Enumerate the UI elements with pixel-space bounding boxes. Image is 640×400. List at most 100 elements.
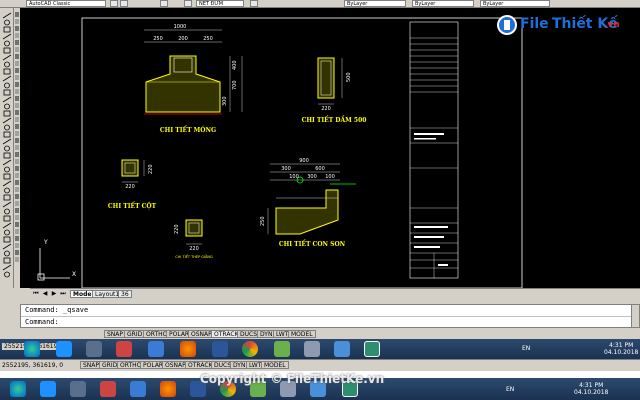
tool-dot-icon[interactable]: [2, 82, 12, 89]
command-scrollbar[interactable]: [631, 305, 639, 327]
tab-first-icon[interactable]: ⏮: [32, 290, 40, 298]
modify-tool-19-icon[interactable]: [15, 145, 19, 150]
tool-arc-icon[interactable]: [2, 33, 12, 40]
tool-mirror-icon[interactable]: [2, 257, 12, 264]
tool-copy-icon[interactable]: [2, 250, 12, 257]
command-prompt[interactable]: Command:: [25, 318, 59, 327]
tool-list-icon[interactable]: [2, 243, 12, 250]
tab-next-icon[interactable]: ▶: [50, 290, 58, 298]
explorer-icon[interactable]: [148, 341, 164, 357]
modify-tool-20-icon[interactable]: [15, 152, 19, 157]
app-icon-5[interactable]: [334, 341, 350, 357]
modify-tool-23-icon[interactable]: [15, 173, 19, 178]
tool-insert-icon[interactable]: [2, 110, 12, 117]
model-space-canvas[interactable]: 1000 250 200 250 700 300 400 CHI TIẾT MÓ…: [20, 8, 640, 288]
tool-text-icon[interactable]: [2, 75, 12, 82]
modify-tool-31-icon[interactable]: [15, 229, 19, 234]
modify-tool-28-icon[interactable]: [15, 208, 19, 213]
modify-tool-33-icon[interactable]: [15, 243, 19, 248]
app-icon-1[interactable]: [86, 341, 102, 357]
tool-ellipse-icon[interactable]: [2, 61, 12, 68]
command-line[interactable]: Command: _qsave Command:: [20, 304, 640, 328]
modify-tool-17-icon[interactable]: [15, 131, 19, 136]
tab-prev-icon[interactable]: ◀: [41, 290, 49, 298]
tool-area-icon[interactable]: [2, 222, 12, 229]
taskbar1-clock[interactable]: 4:31 PM 04.10.2018: [604, 342, 638, 356]
tool-id-icon[interactable]: [2, 236, 12, 243]
taskbar2-clock[interactable]: 4:31 PM 04.10.2018: [574, 382, 608, 396]
text-style-select[interactable]: NET ĐỨM: [196, 0, 244, 7]
tool-array-icon[interactable]: [2, 271, 12, 278]
modify-tool-16-icon[interactable]: [15, 124, 19, 129]
tool-region-icon[interactable]: [2, 89, 12, 96]
start-icon-2[interactable]: [10, 381, 26, 397]
tool-grid-icon[interactable]: [2, 194, 12, 201]
modify-tool-6-icon[interactable]: [15, 54, 19, 59]
table-icon[interactable]: [250, 0, 258, 7]
modify-tool-29-icon[interactable]: [15, 215, 19, 220]
modify-tool-9-icon[interactable]: [15, 75, 19, 80]
taskbar2-lang[interactable]: EN: [506, 386, 514, 393]
autocad-taskbar-icon[interactable]: [364, 341, 380, 357]
tool-donut-icon[interactable]: [2, 180, 12, 187]
tool-line-icon[interactable]: [2, 12, 12, 19]
modify-tool-34-icon[interactable]: [15, 250, 19, 255]
tool-cloud-icon[interactable]: [2, 47, 12, 54]
modify-tool-27-icon[interactable]: [15, 201, 19, 206]
status-snap[interactable]: SNAP: [104, 330, 127, 338]
modify-tool-3-icon[interactable]: [15, 33, 19, 38]
tool-ray-icon[interactable]: [2, 166, 12, 173]
chrome-icon[interactable]: [242, 341, 258, 357]
workspace-settings-icon[interactable]: [110, 0, 118, 7]
tool-wipeout-icon[interactable]: [2, 145, 12, 152]
modify-tool-24-icon[interactable]: [15, 180, 19, 185]
modify-tool-1-icon[interactable]: [15, 19, 19, 24]
tool-snap-icon[interactable]: [2, 201, 12, 208]
tool-boundary-icon[interactable]: [2, 138, 12, 145]
status2-model[interactable]: MODEL: [261, 361, 289, 369]
tool-star-icon[interactable]: [2, 187, 12, 194]
modify-tool-25-icon[interactable]: [15, 187, 19, 192]
modify-tool-10-icon[interactable]: [15, 82, 19, 87]
color-control[interactable]: ByLayer: [344, 0, 406, 7]
dimstyle-icon[interactable]: [184, 0, 192, 7]
tool-gradient-icon[interactable]: [2, 124, 12, 131]
explorer-icon-2[interactable]: [130, 381, 146, 397]
tool-measure-icon[interactable]: [2, 208, 12, 215]
modify-tool-35-icon[interactable]: [15, 257, 19, 262]
app-icon-2-1[interactable]: [70, 381, 86, 397]
ie-icon[interactable]: [56, 341, 72, 357]
workspace-select[interactable]: AutoCAD Classic: [26, 0, 106, 7]
tool-mtext-icon[interactable]: [2, 131, 12, 138]
app-icon-3[interactable]: [274, 341, 290, 357]
firefox-icon[interactable]: [180, 341, 196, 357]
modify-tool-22-icon[interactable]: [15, 166, 19, 171]
word-icon[interactable]: [212, 341, 228, 357]
tool-multiline-icon[interactable]: [2, 173, 12, 180]
style-icon[interactable]: [160, 0, 168, 7]
modify-tool-4-icon[interactable]: [15, 40, 19, 45]
app-icon-2-2[interactable]: [100, 381, 116, 397]
tool-offset-icon[interactable]: [2, 264, 12, 271]
toolbar-icon[interactable]: [120, 0, 128, 7]
modify-tool-15-icon[interactable]: [15, 117, 19, 122]
taskbar1-lang[interactable]: EN: [522, 345, 530, 352]
app-icon-2[interactable]: [116, 341, 132, 357]
modify-tool-8-icon[interactable]: [15, 68, 19, 73]
modify-tool-21-icon[interactable]: [15, 159, 19, 164]
firefox-icon-2[interactable]: [160, 381, 176, 397]
start-icon[interactable]: [24, 341, 40, 357]
modify-tool-14-icon[interactable]: [15, 110, 19, 115]
tool-table-icon[interactable]: [2, 96, 12, 103]
tab-last-icon[interactable]: ⏭: [59, 290, 67, 298]
app-icon-4[interactable]: [304, 341, 320, 357]
modify-tool-0-icon[interactable]: [15, 12, 19, 17]
modify-tool-7-icon[interactable]: [15, 61, 19, 66]
tool-block-icon[interactable]: [2, 103, 12, 110]
tool-rect-icon[interactable]: [2, 26, 12, 33]
tool-spline-icon[interactable]: [2, 54, 12, 61]
modify-tool-5-icon[interactable]: [15, 47, 19, 52]
modify-tool-30-icon[interactable]: [15, 222, 19, 227]
tool-divide-icon[interactable]: [2, 215, 12, 222]
modify-tool-13-icon[interactable]: [15, 103, 19, 108]
